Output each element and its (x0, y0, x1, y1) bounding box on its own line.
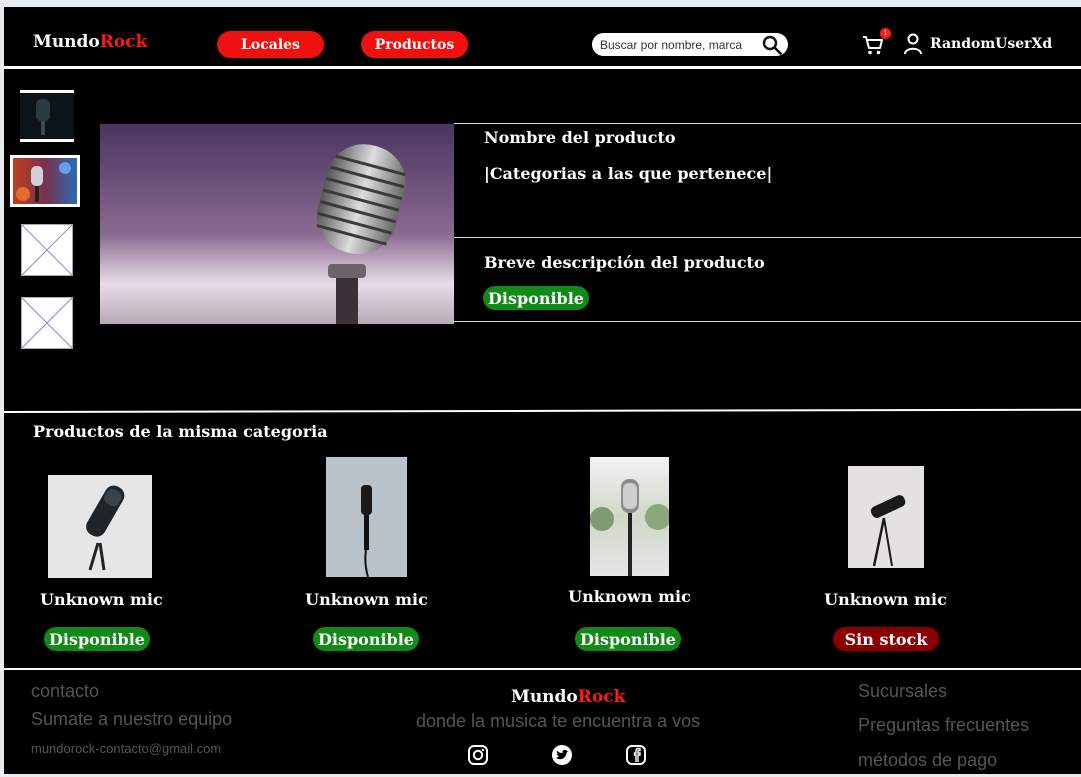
cart-count-badge: 1 (880, 28, 891, 39)
thumbnail-3-placeholder[interactable] (21, 224, 73, 276)
footer-divider (4, 668, 1081, 670)
related-product-image-1[interactable] (48, 475, 152, 578)
footer-tagline: donde la musica te encuentra a vos (416, 711, 701, 731)
footer-brand-mundo: Mundo (511, 687, 578, 707)
search-bar (592, 33, 788, 56)
related-status-badge-1: Disponible (44, 627, 150, 651)
brand-logo[interactable]: MundoRock (33, 32, 147, 52)
instagram-icon[interactable] (467, 744, 489, 766)
brand-name-mundo: Mundo (33, 32, 100, 52)
footer-sumate-link[interactable]: Sumate a nuestro equipo (31, 709, 232, 730)
related-status-badge-2: Disponible (313, 627, 419, 651)
image-placeholder-icon (21, 224, 73, 276)
image-placeholder-icon (21, 297, 73, 349)
related-section-title: Productos de la misma categoria (33, 422, 328, 441)
search-input[interactable] (600, 37, 750, 52)
related-product-image-4[interactable] (848, 466, 924, 568)
footer-email[interactable]: mundorock-contacto@gmail.com (31, 741, 221, 756)
related-product-name-3[interactable]: Unknown mic (563, 587, 696, 606)
section-divider (4, 408, 1081, 413)
nav-productos-button[interactable]: Productos (361, 31, 468, 58)
main-product-image (100, 124, 454, 324)
related-product-image-3[interactable] (590, 457, 669, 576)
footer-brand-logo: MundoRock (511, 687, 625, 707)
search-icon[interactable] (762, 35, 782, 55)
thumbnail-mic-colorful-image (13, 158, 77, 204)
footer-metodos-link[interactable]: métodos de pago (858, 750, 997, 771)
header: MundoRock Locales Productos 1 RandomUser… (4, 7, 1081, 69)
divider (454, 123, 1081, 124)
related-product-name-4[interactable]: Unknown mic (819, 590, 952, 609)
related-product-name-2[interactable]: Unknown mic (300, 590, 433, 609)
user-icon[interactable] (903, 33, 923, 55)
related-product-name-1[interactable]: Unknown mic (40, 590, 163, 609)
nav-locales-button[interactable]: Locales (217, 31, 324, 58)
thumbnail-mic-dark-image (20, 93, 74, 139)
product-categories: |Categorias a las que pertenece| (484, 164, 773, 183)
product-name: Nombre del producto (484, 128, 676, 147)
footer-preguntas-link[interactable]: Preguntas frecuentes (858, 715, 1029, 736)
twitter-icon[interactable] (551, 744, 573, 766)
thumbnail-4-placeholder[interactable] (21, 297, 73, 349)
username[interactable]: RandomUserXd (930, 36, 1052, 52)
footer-sucursales-link[interactable]: Sucursales (858, 681, 947, 702)
footer-brand-rock: Rock (577, 687, 626, 707)
divider (454, 237, 1081, 238)
product-description: Breve descripción del producto (484, 253, 765, 272)
related-product-image-2[interactable] (326, 457, 407, 577)
status-badge: Disponible (483, 286, 589, 310)
brand-name-rock: Rock (99, 32, 148, 52)
facebook-icon[interactable] (625, 744, 647, 766)
footer-contacto-link[interactable]: contacto (31, 681, 99, 702)
related-status-badge-3: Disponible (575, 627, 681, 651)
related-status-badge-4: Sin stock (833, 627, 939, 651)
thumbnail-2-selected[interactable] (10, 155, 80, 207)
page-frame: MundoRock Locales Productos 1 RandomUser… (4, 7, 1081, 774)
divider (454, 321, 1081, 322)
thumbnail-1[interactable] (20, 90, 74, 142)
